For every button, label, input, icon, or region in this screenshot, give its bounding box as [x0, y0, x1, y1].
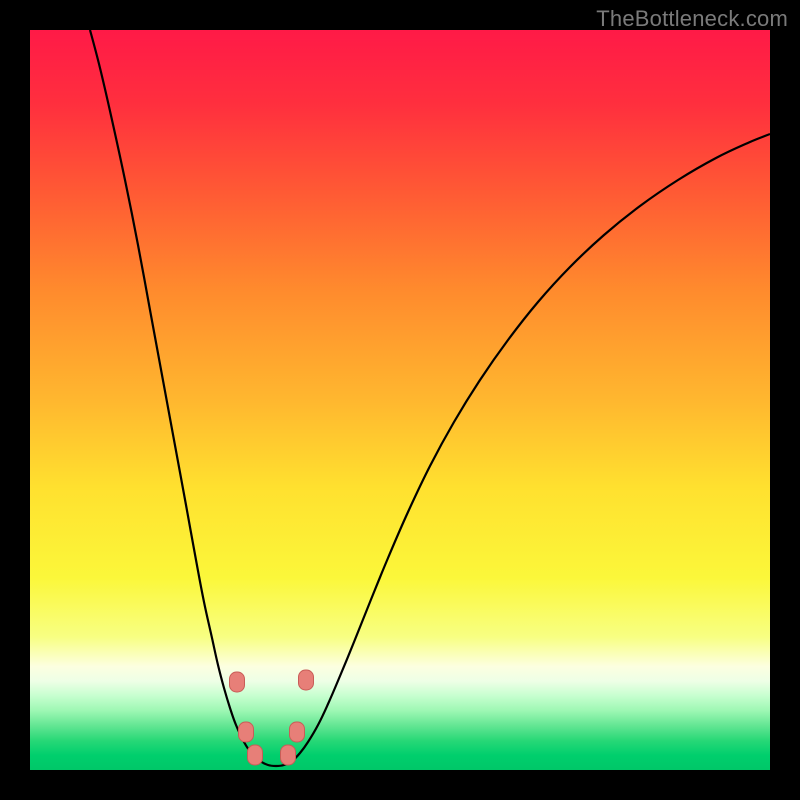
watermark-text: TheBottleneck.com [596, 6, 788, 32]
gradient-rect [30, 30, 770, 770]
plot-area [30, 30, 770, 770]
chart-frame: TheBottleneck.com [0, 0, 800, 800]
background-gradient [30, 30, 770, 770]
